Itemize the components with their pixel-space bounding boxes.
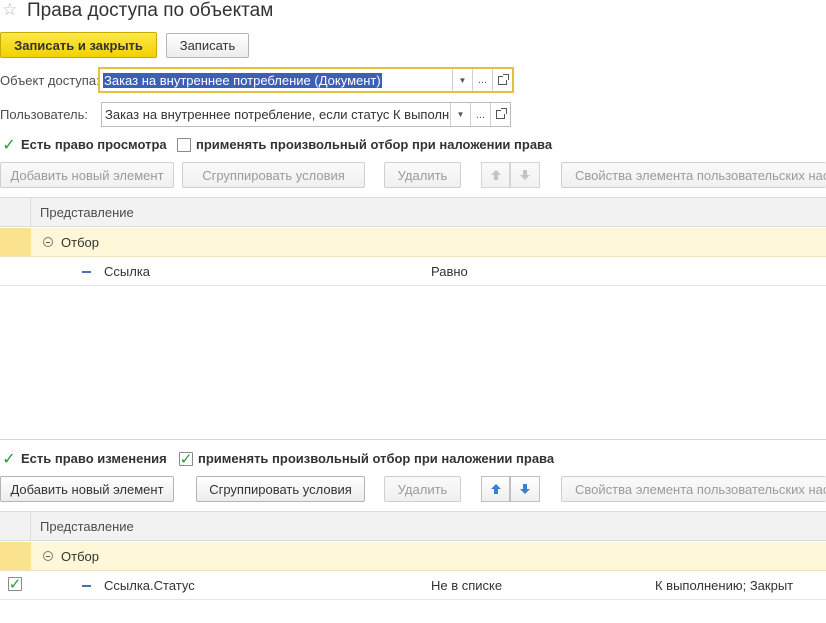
arrow-down-icon	[520, 484, 530, 494]
header-corner	[0, 198, 31, 226]
checkmark-icon[interactable]: ✓	[2, 136, 16, 152]
edit-filter-checkbox[interactable]: ✓ применять произвольный отбор при налож…	[179, 451, 554, 466]
checkmark-icon[interactable]: ✓	[179, 451, 193, 466]
dropdown-arrow-icon[interactable]: ▼	[450, 103, 470, 126]
header-corner	[0, 512, 31, 540]
checkmark-icon[interactable]: ✓	[2, 450, 16, 466]
dropdown-arrow-icon[interactable]: ▼	[452, 69, 472, 91]
view-group-row[interactable]: Отбор	[0, 228, 826, 257]
row-field: Ссылка.Статус	[104, 578, 195, 593]
access-object-field[interactable]: Заказ на внутреннее потребление (Докумен…	[98, 67, 514, 93]
user-field[interactable]: Заказ на внутреннее потребление, если ст…	[101, 102, 511, 127]
collapse-icon[interactable]	[43, 551, 53, 561]
page-title: Права доступа по объектам	[27, 0, 274, 21]
view-element-properties-button[interactable]: Свойства элемента пользовательских нас	[561, 162, 826, 188]
arrow-up-icon	[490, 170, 501, 180]
row-comparison: Не в списке	[431, 578, 503, 593]
view-move-down-button[interactable]	[510, 162, 540, 188]
favorite-star-icon[interactable]: ☆	[2, 1, 20, 19]
checkbox-box-icon[interactable]	[177, 137, 191, 152]
edit-move-up-button[interactable]	[481, 476, 510, 502]
edit-element-properties-button[interactable]: Свойства элемента пользовательских нас	[561, 476, 826, 502]
row-marker	[0, 228, 31, 256]
open-user-icon[interactable]	[490, 103, 510, 126]
view-table-header: Представление	[0, 197, 826, 227]
table-row[interactable]: ✓ Ссылка.Статус Не в списке К выполнению…	[0, 571, 826, 600]
group-label: Отбор	[61, 235, 99, 250]
view-group-conditions-button[interactable]: Сгруппировать условия	[182, 162, 365, 188]
access-object-value: Заказ на внутреннее потребление (Докумен…	[103, 72, 382, 88]
view-delete-button[interactable]: Удалить	[384, 162, 461, 188]
row-value: К выполнению; Закрыт	[655, 578, 794, 593]
column-representation[interactable]: Представление	[40, 519, 134, 534]
open-object-icon[interactable]	[492, 69, 512, 91]
arrow-up-icon	[490, 484, 501, 494]
condition-icon	[82, 271, 91, 273]
view-right-checkbox[interactable]: ✓ Есть право просмотра	[2, 136, 166, 152]
view-add-element-button[interactable]: Добавить новый элемент	[0, 162, 174, 188]
view-filter-checkbox[interactable]: применять произвольный отбор при наложен…	[177, 137, 552, 152]
collapse-icon[interactable]	[43, 237, 53, 247]
edit-table-header: Представление	[0, 511, 826, 541]
row-field: Ссылка	[104, 264, 151, 279]
save-and-close-button[interactable]: Записать и закрыть	[0, 32, 157, 58]
select-ellipsis-button[interactable]: ...	[470, 103, 490, 126]
column-representation[interactable]: Представление	[40, 205, 134, 220]
access-object-label: Объект доступа:	[0, 73, 100, 88]
row-marker	[0, 542, 31, 570]
access-object-input[interactable]: Заказ на внутреннее потребление (Докумен…	[100, 69, 452, 91]
select-ellipsis-button[interactable]: ...	[472, 69, 492, 91]
edit-group-conditions-button[interactable]: Сгруппировать условия	[196, 476, 365, 502]
row-checkmark-icon[interactable]: ✓	[8, 577, 22, 592]
edit-right-checkbox[interactable]: ✓ Есть право изменения	[2, 450, 166, 466]
user-input[interactable]: Заказ на внутреннее потребление, если ст…	[102, 103, 450, 126]
view-move-up-button[interactable]	[481, 162, 510, 188]
row-comparison: Равно	[431, 264, 468, 279]
edit-delete-button[interactable]: Удалить	[384, 476, 461, 502]
arrow-down-icon	[520, 170, 530, 180]
save-button[interactable]: Записать	[166, 33, 249, 58]
edit-move-down-button[interactable]	[510, 476, 540, 502]
condition-icon	[82, 585, 91, 587]
edit-group-row[interactable]: Отбор	[0, 542, 826, 571]
table-row[interactable]: Ссылка Равно	[0, 257, 826, 286]
group-label: Отбор	[61, 549, 99, 564]
section-divider	[0, 439, 826, 440]
edit-add-element-button[interactable]: Добавить новый элемент	[0, 476, 174, 502]
user-label: Пользователь:	[0, 107, 88, 122]
